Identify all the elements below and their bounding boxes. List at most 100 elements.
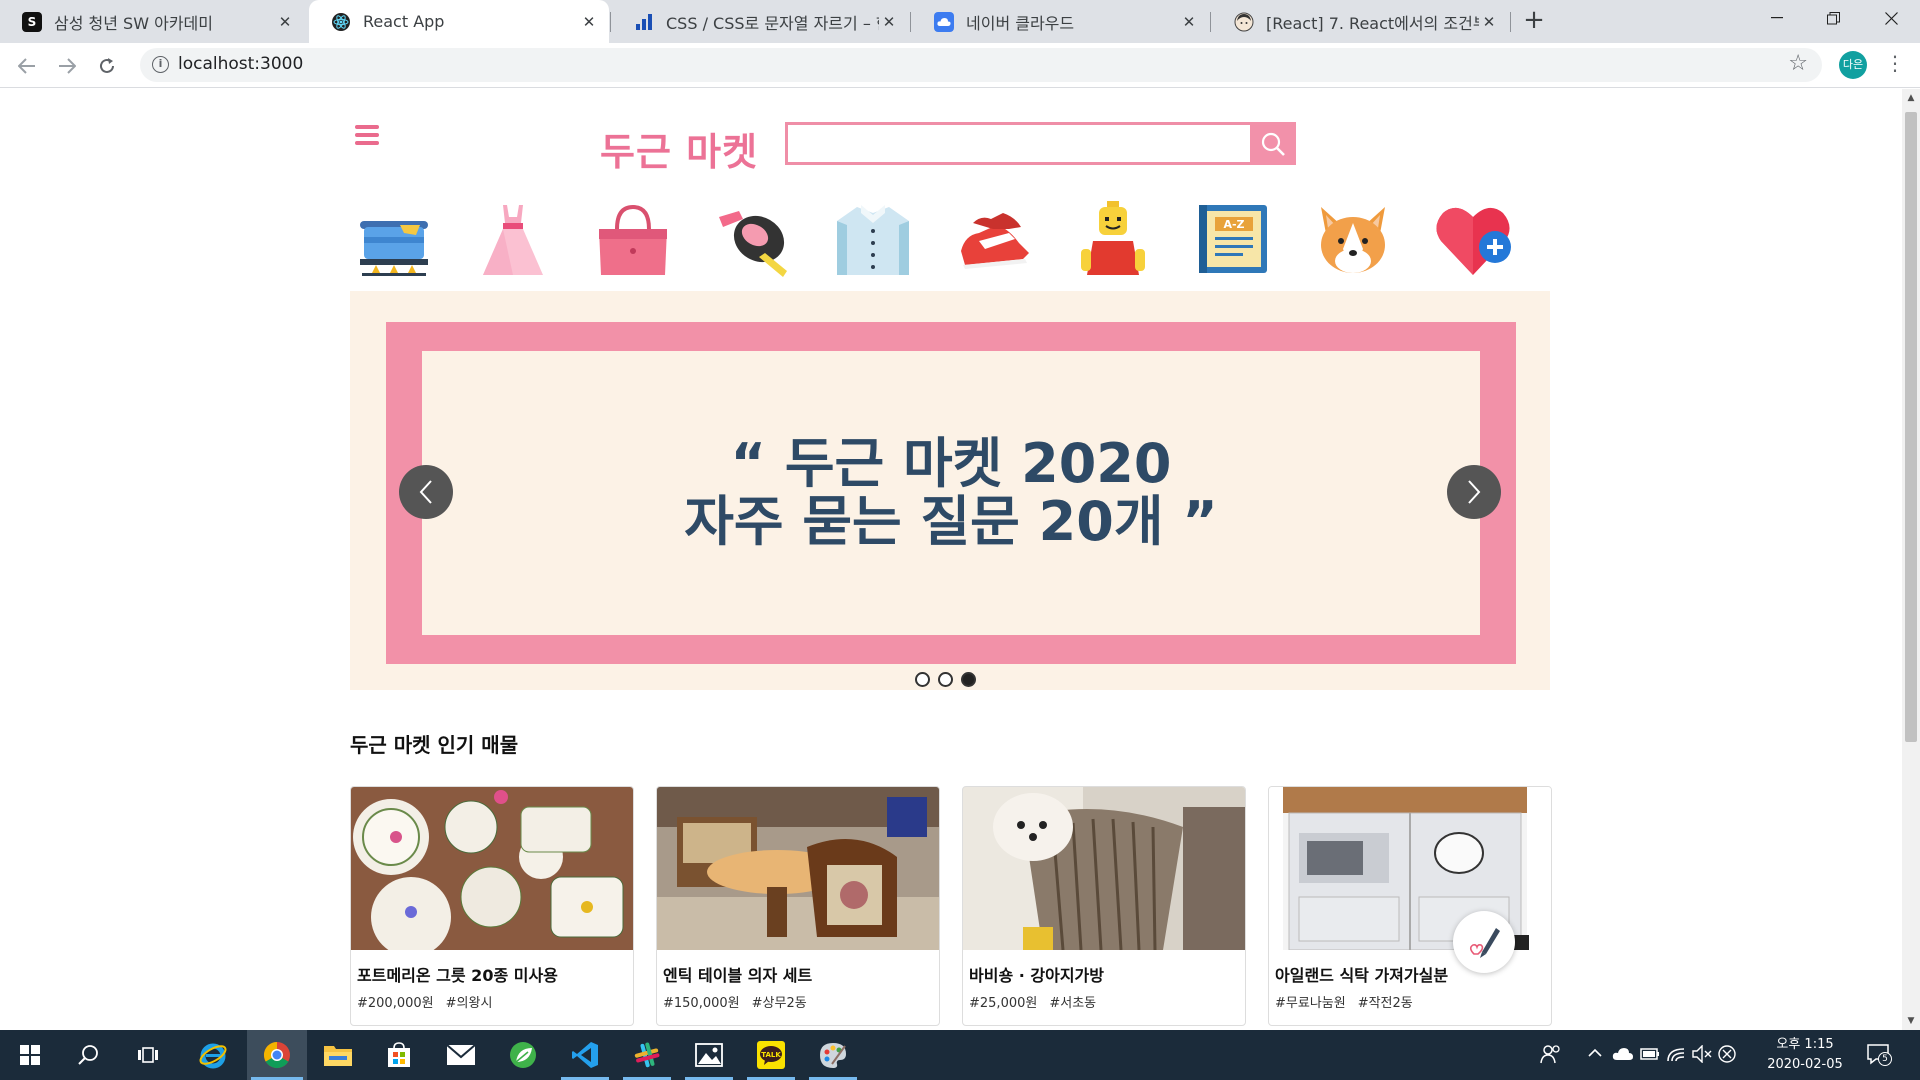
back-arrow-icon[interactable] [10, 49, 44, 83]
taskbar-file-explorer[interactable] [310, 1030, 366, 1080]
product-image-dishes [351, 787, 633, 957]
wifi-icon[interactable] [1666, 1045, 1686, 1067]
taskbar-internet-explorer[interactable] [185, 1030, 241, 1080]
bookmark-star-icon[interactable]: ☆ [1788, 51, 1808, 76]
tab-ssafy[interactable]: S 삼성 청년 SW 아카데미 ✕ [0, 0, 305, 43]
heart-plus-icon [1436, 207, 1511, 275]
close-icon[interactable]: ✕ [275, 13, 295, 31]
address-bar[interactable]: i localhost:3000 ☆ [140, 48, 1822, 82]
category-beauty[interactable] [713, 199, 793, 279]
pen-heart-icon [1469, 928, 1500, 958]
category-books[interactable]: A-Z [1193, 199, 1273, 279]
close-icon[interactable]: ✕ [1179, 13, 1199, 31]
banner-slide[interactable]: “ 두근 마켓 2020 자주 묻는 질문 20개 ” [422, 351, 1480, 635]
taskbar-photos[interactable] [681, 1030, 737, 1080]
windows-start-button[interactable] [2, 1030, 58, 1080]
minimize-button[interactable] [1749, 0, 1805, 36]
taskbar-store[interactable] [371, 1030, 427, 1080]
category-pets[interactable] [1313, 199, 1393, 279]
banner-frame: “ 두근 마켓 2020 자주 묻는 질문 20개 ” [386, 322, 1516, 664]
write-post-button[interactable] [1453, 911, 1515, 973]
search-input[interactable] [785, 122, 1252, 165]
taskbar-mail[interactable] [433, 1030, 489, 1080]
tab-naver-cloud[interactable]: 네이버 클라우드 ✕ [912, 0, 1209, 43]
tab-css-article[interactable]: CSS / CSS로 문자열 자르기 – 한 ✕ [612, 0, 909, 43]
product-price: #150,000원 [663, 996, 740, 1011]
site-logo[interactable]: 두근 마켓 [600, 121, 758, 176]
new-tab-button[interactable]: + [1519, 6, 1549, 36]
next-slide-button[interactable] [1447, 465, 1501, 519]
close-icon[interactable]: ✕ [1479, 13, 1499, 31]
scroll-up-arrow-icon[interactable]: ▲ [1902, 89, 1920, 107]
category-women-clothing[interactable] [473, 199, 553, 279]
tab-react-conditional[interactable]: [React] 7. React에서의 조건부 렌 ✕ [1212, 0, 1509, 43]
forward-arrow-icon[interactable] [50, 49, 84, 83]
product-image-table-chairs [657, 787, 939, 950]
taskbar-chrome[interactable] [247, 1030, 307, 1080]
close-icon[interactable]: ✕ [879, 13, 899, 31]
page-scrollbar[interactable]: ▲ ▼ [1902, 89, 1920, 1030]
slider-dot-2[interactable] [938, 672, 953, 687]
dress-icon [483, 205, 543, 275]
category-kitchen[interactable] [354, 199, 434, 279]
scrollbar-thumb[interactable] [1905, 112, 1917, 742]
onedrive-cloud-icon[interactable] [1612, 1046, 1634, 1066]
category-bags[interactable] [593, 199, 673, 279]
scroll-down-arrow-icon[interactable]: ▼ [1902, 1012, 1920, 1030]
product-card[interactable]: 엔틱 테이블 의자 세트 #150,000원 #상무2동 [656, 786, 940, 1026]
close-window-button[interactable] [1863, 0, 1919, 36]
slack-icon [634, 1042, 660, 1068]
prev-slide-button[interactable] [399, 465, 453, 519]
book-icon: A-Z [1199, 205, 1267, 273]
category-men-clothing[interactable] [833, 199, 913, 279]
category-toys[interactable] [1073, 199, 1153, 279]
taskbar-paint[interactable] [805, 1030, 861, 1080]
tab-react-app[interactable]: React App ✕ [309, 0, 609, 43]
close-icon[interactable]: ✕ [579, 13, 599, 31]
taskbar-clock[interactable]: 오후 1:15 2020-02-05 [1760, 1035, 1850, 1075]
windows-taskbar: TALK 오후 1:15 2020-02-05 5 [0, 1030, 1920, 1080]
site-info-icon[interactable]: i [152, 56, 169, 73]
product-card[interactable]: 아일랜드 식탁 가져가실분 #무료나눔원 #작전2동 [1268, 786, 1552, 1026]
profile-avatar[interactable]: 다은 [1839, 51, 1867, 79]
taskbar-vscode[interactable] [557, 1030, 613, 1080]
lego-figure-icon [1081, 201, 1145, 275]
taskbar-search-button[interactable] [61, 1030, 117, 1080]
cosmetics-icon [719, 211, 787, 277]
taskbar-slack[interactable] [619, 1030, 675, 1080]
network-off-icon[interactable] [1718, 1045, 1736, 1067]
taskbar-leaf-app[interactable] [495, 1030, 551, 1080]
task-view-button[interactable] [120, 1030, 176, 1080]
more-menu-icon[interactable]: ⋮ [1885, 51, 1905, 75]
browser-tabstrip: S 삼성 청년 SW 아카데미 ✕ React App ✕ CSS / CSS로… [0, 0, 1920, 43]
internet-explorer-icon [199, 1043, 227, 1069]
clock-time: 오후 1:15 [1776, 1037, 1834, 1052]
url-text[interactable]: localhost:3000 [178, 54, 303, 74]
react-icon [331, 12, 351, 32]
slider-dot-1[interactable] [915, 672, 930, 687]
action-center-button[interactable]: 5 [1866, 1042, 1892, 1066]
paint-palette-icon [820, 1043, 846, 1068]
banner-headline: “ 두근 마켓 2020 자주 묻는 질문 20개 ” [684, 435, 1218, 551]
search-icon [1261, 132, 1285, 156]
search-button[interactable] [1250, 122, 1296, 165]
tab-separator [1510, 12, 1511, 32]
battery-icon[interactable] [1640, 1046, 1660, 1066]
category-sharing[interactable] [1433, 199, 1513, 279]
restore-button[interactable] [1805, 0, 1861, 36]
product-card[interactable]: 포트메리온 그릇 20종 미사용 #200,000원 #의왕시 [350, 786, 634, 1026]
slider-dot-3-active[interactable] [961, 672, 976, 687]
product-card[interactable]: 바비숑 · 강아지가방 #25,000원 #서초동 [962, 786, 1246, 1026]
people-icon[interactable] [1540, 1043, 1562, 1069]
volume-muted-icon[interactable] [1692, 1044, 1712, 1067]
category-shoes[interactable] [953, 199, 1033, 279]
banner-line-2: 자주 묻는 질문 20개 ” [684, 490, 1218, 553]
reload-icon[interactable] [90, 49, 124, 83]
menu-hamburger-icon[interactable] [355, 125, 379, 145]
corgi-icon [1321, 207, 1385, 273]
product-name: 바비숑 · 강아지가방 [969, 966, 1104, 985]
taskbar-kakaotalk[interactable]: TALK [743, 1030, 799, 1080]
tab-title: [React] 7. React에서의 조건부 렌 [1266, 13, 1479, 33]
chevron-up-icon[interactable] [1587, 1045, 1603, 1065]
product-name: 아일랜드 식탁 가져가실분 [1275, 966, 1449, 985]
